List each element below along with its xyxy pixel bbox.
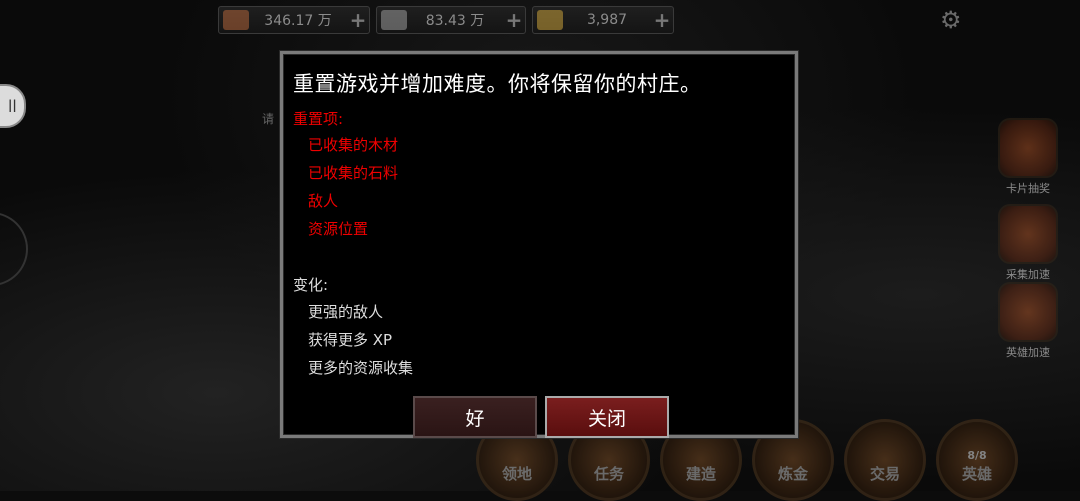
stone-icon — [381, 10, 407, 30]
close-button[interactable]: 关闭 — [545, 396, 669, 438]
trade-icon: 交易 — [869, 465, 900, 483]
add-gold-button[interactable]: + — [651, 8, 673, 32]
change-item: 更多的资源收集 — [308, 359, 414, 377]
change-item: 获得更多 XP — [308, 331, 393, 349]
hero-boost-icon — [998, 282, 1058, 342]
side-card-draw[interactable]: 卡片抽奖 — [990, 118, 1066, 196]
gold-icon — [537, 10, 563, 30]
side-label: 卡片抽奖 — [1006, 182, 1050, 195]
change-list: 更强的敌人 获得更多 XP 更多的资源收集 — [308, 301, 413, 385]
reset-item: 已收集的木材 — [308, 136, 399, 154]
wood-icon — [223, 10, 249, 30]
side-gather-boost[interactable]: 采集加速 — [990, 204, 1066, 282]
pause-icon: || — [8, 98, 17, 112]
resource-bar: 346.17 万 + 83.43 万 + 3,987 + — [218, 6, 674, 34]
build-icon: 建造 — [685, 465, 716, 483]
nav-trade[interactable]: 交易 — [844, 419, 926, 501]
change-heading: 变化: — [293, 276, 329, 294]
resource-gold: 3,987 + — [532, 6, 674, 34]
settings-gear-icon[interactable]: ⚙ — [940, 6, 962, 34]
reset-heading: 重置项: — [293, 110, 344, 128]
faint-label: 请 — [262, 112, 275, 126]
dialog-title: 重置游戏并增加难度。你将保留你的村庄。 — [293, 72, 702, 96]
hero-icon: 英雄 — [961, 465, 992, 483]
add-stone-button[interactable]: + — [503, 8, 525, 32]
reset-item: 资源位置 — [308, 220, 369, 238]
resource-wood: 346.17 万 + — [218, 6, 370, 34]
quest-icon: 任务 — [593, 465, 624, 483]
reset-item: 已收集的石料 — [308, 164, 399, 182]
resource-value: 3,987 — [586, 12, 628, 28]
alchemy-icon: 炼金 — [777, 465, 808, 483]
ok-button[interactable]: 好 — [413, 396, 537, 438]
side-label: 英雄加速 — [1006, 346, 1050, 359]
reset-list: 已收集的木材 已收集的石料 敌人 资源位置 — [308, 134, 398, 246]
change-item: 更强的敌人 — [308, 303, 384, 321]
resource-value: 346.17 万 — [264, 13, 332, 29]
resource-stone: 83.43 万 + — [376, 6, 526, 34]
hero-count: 8/8 — [967, 449, 987, 462]
add-wood-button[interactable]: + — [347, 8, 369, 32]
nav-hero[interactable]: 8/8 英雄 — [936, 419, 1018, 501]
reset-item: 敌人 — [308, 192, 339, 210]
resource-value: 83.43 万 — [425, 13, 485, 29]
reset-dialog: 重置游戏并增加难度。你将保留你的村庄。 重置项: 已收集的木材 已收集的石料 敌… — [280, 51, 798, 438]
side-hero-boost[interactable]: 英雄加速 — [990, 282, 1066, 360]
gather-boost-icon — [998, 204, 1058, 264]
territory-icon: 领地 — [501, 465, 532, 483]
side-label: 采集加速 — [1006, 268, 1050, 281]
card-draw-icon — [998, 118, 1058, 178]
